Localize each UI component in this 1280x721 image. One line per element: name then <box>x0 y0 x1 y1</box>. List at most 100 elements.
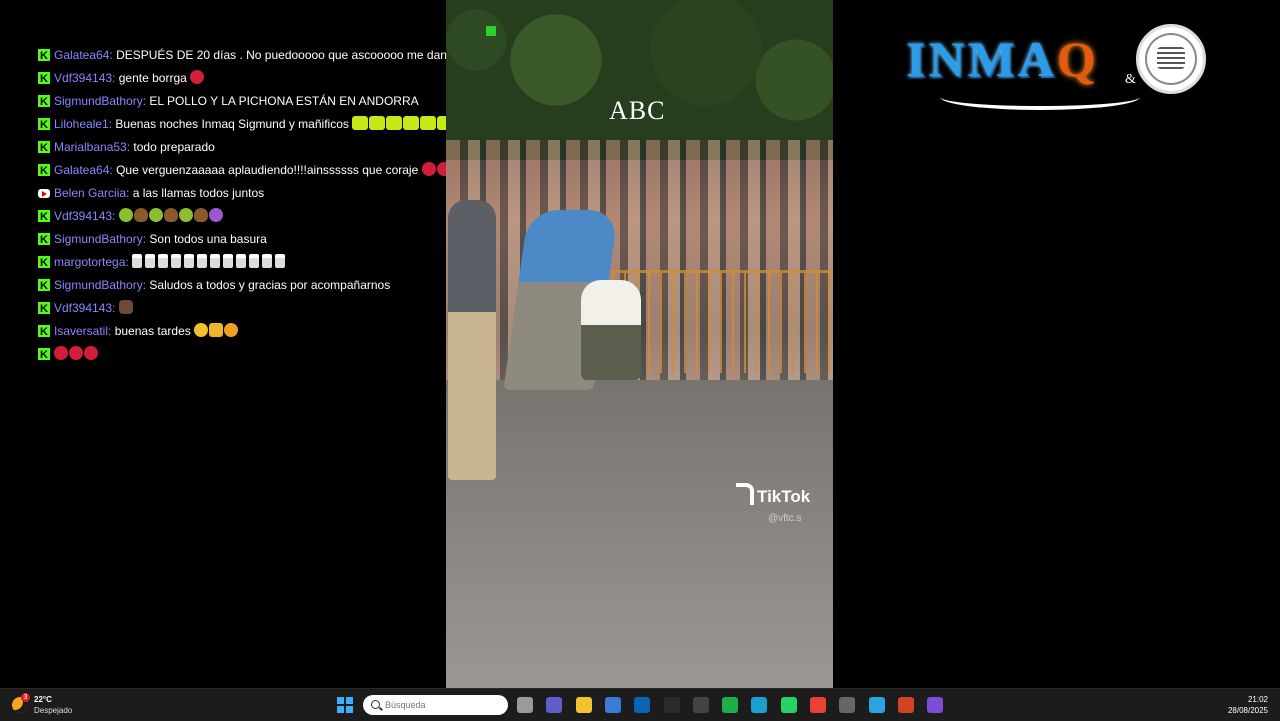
chat-username[interactable]: Galatea64: <box>54 163 113 177</box>
taskbar: 3 22°C Despejado Búsqueda 21:02 28/08/20… <box>0 688 1280 721</box>
chat-message <box>38 345 498 364</box>
powerpoint-icon[interactable] <box>897 697 914 713</box>
kick-icon <box>38 116 50 134</box>
video-person-photographer <box>448 200 496 480</box>
edge-icon[interactable] <box>751 697 768 713</box>
chat-message: Vdf394143: <box>38 207 498 226</box>
chat-username[interactable]: Belen Garciia: <box>54 186 129 200</box>
weather-description: Despejado <box>34 706 73 715</box>
emote-cand-icon <box>262 254 273 268</box>
chat-text: Que verguenzaaaaa aplaudiendo!!!!ainssss… <box>116 163 419 177</box>
store-icon[interactable] <box>604 697 621 713</box>
chat-username[interactable]: Galatea64: <box>54 48 113 62</box>
chat-message: Vdf394143: <box>38 299 498 318</box>
kick-icon <box>38 162 50 180</box>
clock-time[interactable]: 21:02 <box>1236 695 1268 704</box>
emote-poop-icon <box>193 208 208 222</box>
search-icon <box>371 700 380 709</box>
vpn-icon[interactable] <box>839 697 856 713</box>
emote-cand-icon <box>184 254 195 268</box>
chat-username[interactable]: Vdf394143: <box>54 209 115 223</box>
video-trees <box>446 0 833 160</box>
kick-icon <box>38 346 50 364</box>
chat-username[interactable]: Isaversatil: <box>54 324 111 338</box>
obs-icon[interactable] <box>692 697 709 713</box>
chat-username[interactable]: Liloheale1: <box>54 117 112 131</box>
emote-sick-icon <box>118 208 133 222</box>
chat-username[interactable]: SigmundBathory: <box>54 232 146 246</box>
chat-message: SigmundBathory: EL POLLO Y LA PICHONA ES… <box>38 92 498 111</box>
video-player[interactable]: ABC TikTok @vftc.s <box>446 0 833 688</box>
emote-cand-icon <box>249 254 260 268</box>
chat-text: a las llamas todos juntos <box>132 186 265 200</box>
outlook-icon[interactable] <box>634 697 651 713</box>
tiktok-watermark: TikTok <box>736 483 810 507</box>
kick-icon <box>38 231 50 249</box>
emote-smile-icon <box>194 323 209 337</box>
task-view-icon[interactable] <box>517 697 533 713</box>
tiktok-label: TikTok <box>757 487 811 506</box>
chat-message: Marialbana53: todo preparado <box>38 138 498 157</box>
file-explorer-icon[interactable] <box>575 697 592 713</box>
chat-text: buenas tardes <box>114 324 191 338</box>
emote-cand-icon <box>223 254 234 268</box>
clock-date[interactable]: 28/08/2025 <box>1216 706 1268 715</box>
search-placeholder: Búsqueda <box>385 700 426 710</box>
emote-thumb-icon <box>209 323 224 337</box>
chat-username[interactable]: Vdf394143: <box>54 71 115 85</box>
tiktok-username: @vftc.s <box>768 513 802 524</box>
weather-widget[interactable]: 3 22°C Despejado <box>12 693 102 717</box>
teams-icon[interactable] <box>546 697 563 713</box>
kick-icon <box>38 93 50 111</box>
kick-icon <box>38 47 50 65</box>
emote-red-icon <box>421 162 436 176</box>
emote-sick-icon <box>178 208 193 222</box>
logo-text: INMAQ <box>906 31 1099 87</box>
emote-green-icon <box>386 116 403 130</box>
emote-cand-icon <box>236 254 247 268</box>
emote-green-icon <box>369 116 386 130</box>
chat-message: Isaversatil: buenas tardes <box>38 322 498 341</box>
whatsapp-icon[interactable] <box>780 697 797 713</box>
chat-message: Liloheale1: Buenas noches Inmaq Sigmund … <box>38 115 498 134</box>
chrome-icon[interactable] <box>810 697 826 713</box>
emote-cand-icon <box>171 254 182 268</box>
chat-text: todo preparado <box>133 140 215 154</box>
app-circle-icon[interactable] <box>927 697 944 713</box>
emote-red-icon <box>54 346 68 360</box>
video-person-white-shirt <box>581 280 641 380</box>
taskbar-search[interactable]: Búsqueda <box>363 695 508 715</box>
chat-message: Vdf394143: gente borrga <box>38 69 498 88</box>
youtube-icon <box>38 189 50 198</box>
chat-message: Belen Garciia: a las llamas todos juntos <box>38 184 498 202</box>
emote-cat-icon <box>118 300 133 314</box>
kick-icon <box>38 208 50 226</box>
chat-overlay: Galatea64: DESPUÉS DE 20 días . No puedo… <box>38 46 498 374</box>
kick-icon <box>38 277 50 295</box>
kick-icon <box>38 323 50 341</box>
kick-icon <box>38 300 50 318</box>
telegram-icon[interactable] <box>868 697 885 713</box>
brand-logo: INMAQ & <box>900 24 1210 110</box>
emote-kiss-icon <box>224 323 239 337</box>
camtasia-icon[interactable] <box>722 697 739 713</box>
emote-green-icon <box>352 116 369 130</box>
emote-red-icon <box>84 346 98 360</box>
chrome-ext-icon[interactable] <box>663 697 680 713</box>
chat-username[interactable]: margotortega: <box>54 255 129 269</box>
chat-text: gente borrga <box>118 71 187 85</box>
emote-red-icon <box>190 70 205 84</box>
chat-text: Son todos una basura <box>149 232 267 246</box>
windows-start-icon[interactable] <box>337 697 353 713</box>
tiktok-icon <box>736 483 754 505</box>
chat-username[interactable]: Marialbana53: <box>54 140 130 154</box>
chat-text: EL POLLO Y LA PICHONA ESTÁN EN ANDORRA <box>149 94 419 108</box>
weather-badge: 3 <box>21 693 30 702</box>
chat-username[interactable]: Vdf394143: <box>54 301 115 315</box>
emote-devil-icon <box>208 208 223 222</box>
kick-badge-icon <box>486 26 496 36</box>
chat-text: Buenas noches Inmaq Sigmund y mañificos <box>115 117 349 131</box>
chat-username[interactable]: SigmundBathory: <box>54 278 146 292</box>
chat-username[interactable]: SigmundBathory: <box>54 94 146 108</box>
emote-red-icon <box>69 346 83 360</box>
